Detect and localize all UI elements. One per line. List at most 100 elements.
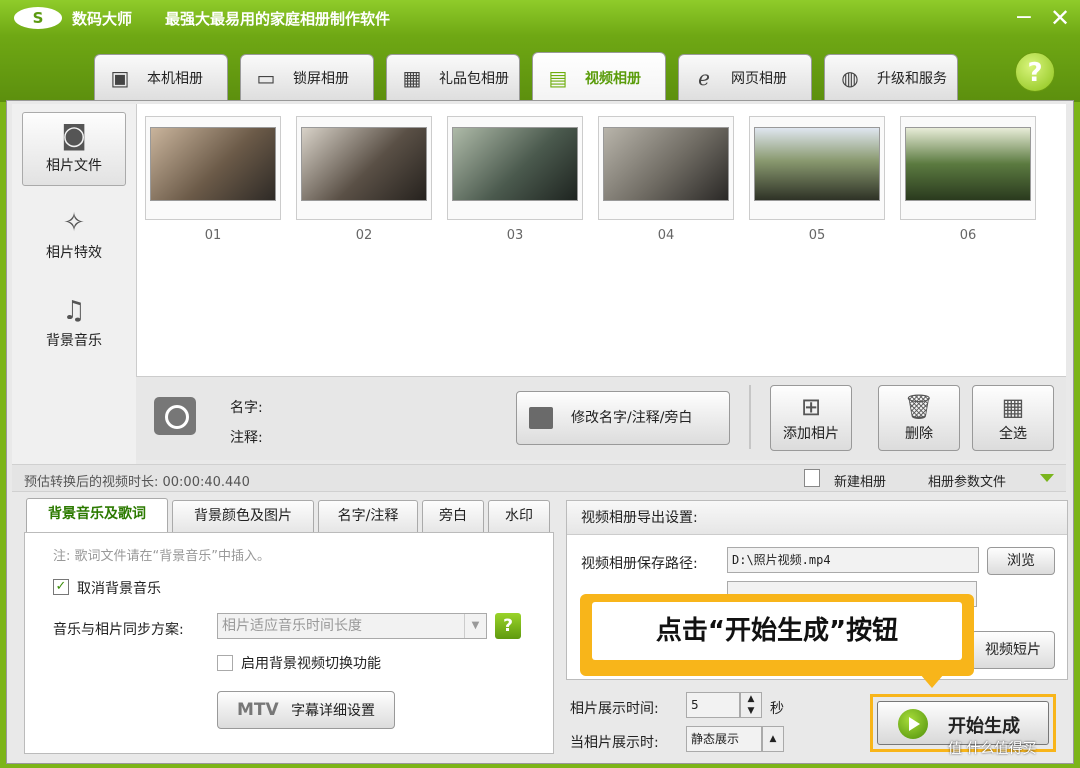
effects-icon: ✧ xyxy=(63,208,85,238)
grid-icon: ▦ xyxy=(1001,393,1025,421)
tab-label: 升级和服务 xyxy=(877,70,947,87)
site-watermark: 值 什么值得买 xyxy=(948,741,1037,757)
mtv-settings-label: 字幕详细设置 xyxy=(291,703,376,719)
video-switch-label: 启用背景视频切换功能 xyxy=(241,656,381,672)
subtab-music-lyrics[interactable]: 背景音乐及歌词 xyxy=(26,498,168,532)
app-name: 数码大师 xyxy=(72,10,133,28)
photo-label: 06 xyxy=(959,228,977,243)
music-settings-panel: 背景音乐及歌词 背景颜色及图片 名字/注释 旁白 水印 注: 歌词文件请在“背景… xyxy=(24,498,554,754)
subtab-watermark[interactable]: 水印 xyxy=(488,500,550,532)
add-photo-label: 添加相片 xyxy=(783,426,839,442)
add-photo-button[interactable]: ⊞ 添加相片 xyxy=(770,385,852,451)
document-icon xyxy=(804,469,820,487)
nav-photo-files[interactable]: ◙ 相片文件 xyxy=(22,112,126,186)
photo-image xyxy=(754,127,880,201)
video-switch-checkbox[interactable] xyxy=(217,655,233,671)
dropdown-arrow-icon[interactable] xyxy=(1040,474,1054,482)
tab-upgrade-service[interactable]: ◍ 升级和服务 xyxy=(824,54,958,100)
show-mode-select[interactable]: 静态展示 xyxy=(686,726,762,752)
show-time-input[interactable]: 5 xyxy=(686,692,740,718)
tab-label: 礼品包相册 xyxy=(439,70,509,87)
note-label: 注释: xyxy=(230,430,263,446)
estimated-duration: 预估转换后的视频时长: 00:00:40.440 xyxy=(24,475,250,490)
edit-name-note-button[interactable]: 修改名字/注释/旁白 xyxy=(516,391,730,445)
show-time-label: 相片展示时间: xyxy=(570,701,659,717)
tab-lockscreen-album[interactable]: ▭ 锁屏相册 xyxy=(240,54,374,100)
photo-thumbnail[interactable] xyxy=(749,116,885,220)
tab-label: 视频相册 xyxy=(585,70,641,87)
minimize-button[interactable]: − xyxy=(1010,4,1038,32)
photo-image xyxy=(905,127,1031,201)
cancel-music-checkbox[interactable]: ✓ xyxy=(53,579,69,595)
add-photo-icon: ⊞ xyxy=(800,393,822,421)
subtab-background[interactable]: 背景颜色及图片 xyxy=(172,500,314,532)
callout-text: 点击“开始生成”按钮 xyxy=(592,602,962,660)
nav-label: 相片文件 xyxy=(46,158,102,174)
gift-icon: ▦ xyxy=(402,65,422,90)
edit-button-label: 修改名字/注释/旁白 xyxy=(571,410,693,426)
sync-label: 音乐与相片同步方案: xyxy=(53,622,184,638)
save-path-input[interactable]: D:\照片视频.mp4 xyxy=(727,547,979,573)
browse-button[interactable]: 浏览 xyxy=(987,547,1055,575)
nav-background-music[interactable]: ♫ 背景音乐 xyxy=(22,288,126,362)
delete-button[interactable]: 🗑 删除 xyxy=(878,385,960,451)
photo-thumbnail[interactable] xyxy=(145,116,281,220)
nav-photo-effects[interactable]: ✧ 相片特效 xyxy=(22,200,126,274)
album-params-link[interactable]: 相册参数文件 xyxy=(928,471,1006,490)
time-unit: 秒 xyxy=(770,701,784,717)
edit-icon xyxy=(529,407,553,429)
sync-select-value: 相片适应音乐时间长度 xyxy=(222,618,362,634)
photo-thumbnail[interactable] xyxy=(447,116,583,220)
new-album-link[interactable]: 新建相册 xyxy=(834,471,886,490)
tab-gift-album[interactable]: ▦ 礼品包相册 xyxy=(386,54,520,100)
subtab-name-note[interactable]: 名字/注释 xyxy=(318,500,418,532)
music-settings-body: 注: 歌词文件请在“背景音乐”中插入。 ✓ 取消背景音乐 音乐与相片同步方案: … xyxy=(24,532,554,754)
camera-icon: ◙ xyxy=(61,121,87,151)
globe-icon: ◍ xyxy=(841,65,859,90)
select-all-label: 全选 xyxy=(999,426,1027,442)
help-icon[interactable]: ? xyxy=(495,613,521,639)
export-header: 视频相册导出设置: xyxy=(567,501,1067,535)
photo-label: 03 xyxy=(506,228,524,243)
app-logo: S xyxy=(14,7,62,29)
select-all-button[interactable]: ▦ 全选 xyxy=(972,385,1054,451)
help-button[interactable]: ? xyxy=(1015,52,1055,92)
chevron-down-icon: ▼ xyxy=(464,614,486,638)
photo-thumbnail[interactable] xyxy=(900,116,1036,220)
tab-local-album[interactable]: ▣ 本机相册 xyxy=(94,54,228,100)
title-bar: S 数码大师 最强大最易用的家庭相册制作软件 − ✕ xyxy=(0,0,1080,36)
mtv-subtitle-settings-button[interactable]: MTV 字幕详细设置 xyxy=(217,691,395,729)
chevron-up-icon[interactable]: ▲ xyxy=(762,726,784,752)
photo-thumbnail[interactable] xyxy=(296,116,432,220)
cancel-music-label: 取消背景音乐 xyxy=(77,581,161,597)
subtab-narration[interactable]: 旁白 xyxy=(422,500,484,532)
nav-label: 相片特效 xyxy=(46,245,102,261)
main-tab-bar: ▣ 本机相册 ▭ 锁屏相册 ▦ 礼品包相册 ▤ 视频相册 ℯ 网页相册 ◍ 升级… xyxy=(0,36,1080,102)
delete-label: 删除 xyxy=(905,426,933,442)
photo-label: 04 xyxy=(657,228,675,243)
app-slogan: 最强大最易用的家庭相册制作软件 xyxy=(165,10,391,28)
video-short-button[interactable]: 视频短片 xyxy=(971,631,1055,669)
lyrics-note: 注: 歌词文件请在“背景音乐”中插入。 xyxy=(53,549,270,564)
save-path-label: 视频相册保存路径: xyxy=(581,556,698,572)
photo-thumbnail[interactable] xyxy=(598,116,734,220)
start-button-label: 开始生成 xyxy=(948,716,1020,737)
film-icon: ▤ xyxy=(548,65,568,90)
tab-video-album[interactable]: ▤ 视频相册 xyxy=(532,52,666,102)
ie-icon: ℯ xyxy=(698,65,710,90)
photo-label: 01 xyxy=(204,228,222,243)
left-nav: ◙ 相片文件 ✧ 相片特效 ♫ 背景音乐 xyxy=(12,104,136,464)
mtv-label: MTV xyxy=(236,700,279,720)
monitor-icon: ▭ xyxy=(256,65,276,90)
music-note-icon: ♫ xyxy=(62,296,86,326)
name-label: 名字: xyxy=(230,400,263,416)
callout-pointer xyxy=(920,674,944,688)
photo-image xyxy=(603,127,729,201)
time-spinner[interactable]: ▲ ▼ xyxy=(740,692,762,718)
sync-select[interactable]: 相片适应音乐时间长度 ▼ xyxy=(217,613,487,639)
photo-info-bar: 名字: 注释: 修改名字/注释/旁白 ⊞ 添加相片 🗑 删除 ▦ 全选 xyxy=(136,376,1066,460)
close-button[interactable]: ✕ xyxy=(1046,4,1074,32)
photo-label: 02 xyxy=(355,228,373,243)
tab-web-album[interactable]: ℯ 网页相册 xyxy=(678,54,812,100)
show-mode-label: 当相片展示时: xyxy=(570,735,659,751)
